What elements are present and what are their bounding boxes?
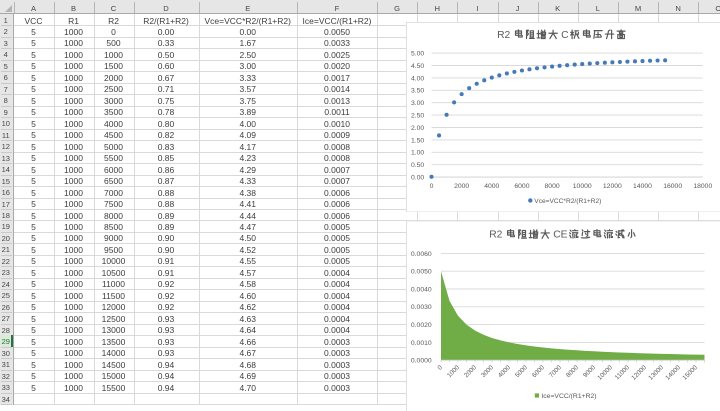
svg-text:4.00: 4.00 [410, 75, 423, 82]
svg-text:2000: 2000 [454, 182, 469, 189]
svg-text:4000: 4000 [484, 182, 499, 189]
svg-text:3.00: 3.00 [410, 100, 423, 107]
svg-text:0.50: 0.50 [410, 162, 423, 169]
svg-text:2.50: 2.50 [410, 112, 423, 119]
svg-text:0.0040: 0.0040 [410, 286, 431, 293]
svg-text:10000: 10000 [572, 182, 591, 189]
svg-text:1.00: 1.00 [410, 149, 423, 156]
svg-text:4.50: 4.50 [410, 62, 423, 69]
svg-text:6000: 6000 [514, 182, 529, 189]
svg-text:CE: CE [553, 229, 567, 240]
svg-text:12000: 12000 [602, 182, 621, 189]
svg-text:16000: 16000 [663, 182, 682, 189]
svg-text:8000: 8000 [544, 182, 559, 189]
svg-text:Vce=VCC*R2/(R1+R2): Vce=VCC*R2/(R1+R2) [534, 197, 601, 204]
svg-text:0.0000: 0.0000 [410, 357, 431, 364]
svg-text:Ice=VCC/(R1+R2): Ice=VCC/(R1+R2) [541, 392, 596, 399]
svg-text:0.0020: 0.0020 [410, 322, 431, 329]
svg-text:14000: 14000 [633, 182, 652, 189]
svg-text:0: 0 [429, 182, 433, 189]
svg-text:0.0010: 0.0010 [410, 339, 431, 346]
svg-text:0.0050: 0.0050 [410, 268, 431, 275]
svg-text:1.50: 1.50 [410, 137, 423, 144]
svg-text:0.0030: 0.0030 [410, 304, 431, 311]
svg-text:0.00: 0.00 [410, 174, 423, 181]
svg-text:R2: R2 [489, 229, 502, 240]
svg-text:C: C [561, 29, 569, 40]
svg-text:2.00: 2.00 [410, 124, 423, 131]
svg-text:18000: 18000 [693, 182, 712, 189]
svg-text:R2: R2 [497, 29, 510, 40]
svg-text:0.0060: 0.0060 [410, 250, 431, 257]
svg-text:5.00: 5.00 [410, 50, 423, 57]
svg-text:3.50: 3.50 [410, 87, 423, 94]
